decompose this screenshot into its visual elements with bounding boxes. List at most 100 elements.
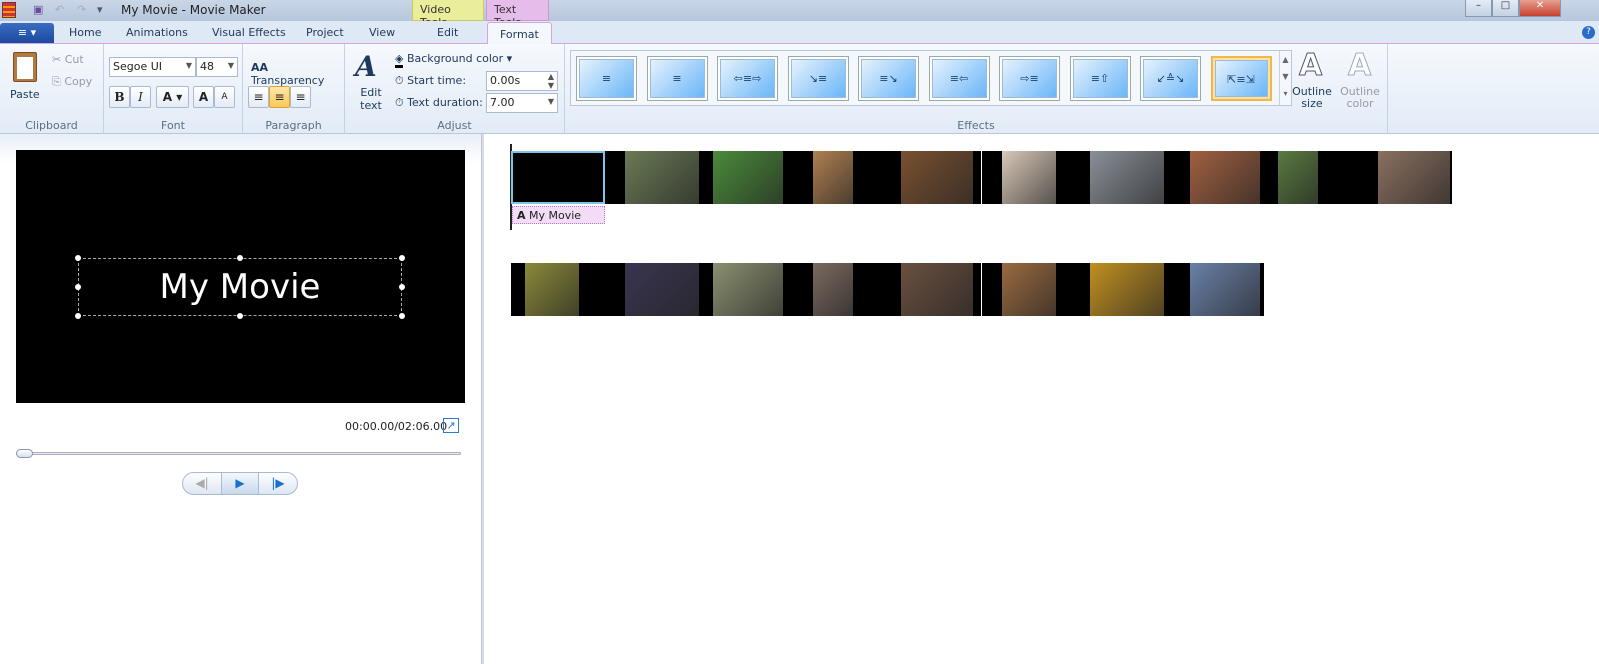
grow-font-button[interactable]: A bbox=[193, 86, 214, 108]
clip-thumbnail bbox=[1089, 151, 1164, 204]
tab-animations[interactable]: Animations bbox=[126, 26, 188, 39]
text-icon: A bbox=[517, 209, 526, 222]
file-menu-button[interactable]: ≡ ▾ bbox=[0, 23, 54, 43]
tab-view[interactable]: View bbox=[369, 26, 395, 39]
resize-handle[interactable] bbox=[75, 284, 81, 290]
video-clip[interactable] bbox=[1075, 263, 1170, 316]
tab-edit[interactable]: Edit bbox=[437, 26, 458, 39]
video-clip[interactable] bbox=[793, 151, 888, 204]
maximize-button[interactable]: □ bbox=[1492, 0, 1519, 17]
resize-handle[interactable] bbox=[237, 255, 243, 261]
bold-button[interactable]: B bbox=[109, 86, 130, 108]
effect-item[interactable]: ↙≙↘ bbox=[1140, 56, 1201, 101]
pane-splitter[interactable] bbox=[481, 134, 484, 664]
video-clip[interactable] bbox=[793, 263, 888, 316]
adjust-label: Adjust bbox=[437, 119, 472, 132]
scissors-icon: ✂ bbox=[52, 53, 62, 66]
customize-quick-access-icon[interactable]: ▾ bbox=[97, 3, 103, 16]
resize-handle[interactable] bbox=[399, 313, 405, 319]
effect-item[interactable]: ≡⇧ bbox=[1069, 56, 1131, 101]
background-color-button[interactable]: ◈ Background color ▾ bbox=[395, 52, 512, 68]
video-clip[interactable] bbox=[1075, 151, 1170, 204]
align-center-button[interactable]: ≡ bbox=[269, 86, 290, 108]
caption-clip[interactable]: A My Movie bbox=[512, 206, 605, 224]
effect-item[interactable]: ≡⇦ bbox=[928, 56, 990, 101]
video-clip[interactable] bbox=[605, 151, 700, 204]
gallery-scroll[interactable]: ▲ ▼ ▾ bbox=[1279, 51, 1291, 105]
font-size-select[interactable]: 48 ▼ bbox=[196, 57, 238, 77]
edit-text-icon: A bbox=[355, 50, 377, 83]
clip-thumbnail bbox=[1189, 263, 1260, 316]
video-clip[interactable] bbox=[605, 263, 700, 316]
text-duration-label: ⏱ Text duration: bbox=[395, 96, 483, 109]
effect-item[interactable]: ≡ bbox=[646, 56, 708, 101]
align-left-button[interactable]: ≡ bbox=[248, 86, 269, 108]
effect-item[interactable]: ⇱≡⇲ bbox=[1210, 56, 1272, 101]
video-preview[interactable]: My Movie bbox=[16, 150, 465, 403]
video-clip[interactable] bbox=[511, 263, 605, 316]
effect-item[interactable]: ≡ bbox=[576, 56, 637, 101]
start-time-input[interactable]: 0.00s ▲ ▼ bbox=[486, 71, 558, 91]
tab-visual-effects[interactable]: Visual Effects bbox=[212, 26, 286, 39]
video-clip[interactable] bbox=[1169, 151, 1264, 204]
title-clip[interactable] bbox=[511, 151, 605, 204]
fullscreen-icon[interactable]: ↗ bbox=[443, 418, 459, 433]
tab-format[interactable]: Format bbox=[487, 22, 552, 45]
resize-handle[interactable] bbox=[399, 255, 405, 261]
edit-text-button[interactable]: Edit text bbox=[359, 86, 383, 112]
next-frame-button[interactable]: |▶ bbox=[259, 473, 297, 494]
seek-thumb[interactable] bbox=[16, 449, 33, 458]
undo-icon[interactable]: ↶ bbox=[55, 3, 64, 16]
title-text-box[interactable]: My Movie bbox=[78, 258, 402, 316]
font-color-button[interactable]: A ▾ bbox=[156, 86, 189, 108]
transparency-icon: AA bbox=[251, 61, 269, 74]
video-clip[interactable] bbox=[1263, 151, 1358, 204]
minimize-button[interactable]: – bbox=[1465, 0, 1492, 17]
video-clip[interactable] bbox=[699, 263, 794, 316]
close-button[interactable]: ✕ bbox=[1519, 0, 1561, 17]
align-right-button[interactable]: ≡ bbox=[290, 86, 311, 108]
timecode: 00:00.00/02:06.00 bbox=[345, 420, 448, 433]
effect-item[interactable]: ↘≡ bbox=[787, 56, 849, 101]
video-clip[interactable] bbox=[981, 263, 1076, 316]
play-button[interactable]: ▶ bbox=[221, 473, 259, 494]
help-icon[interactable]: ? bbox=[1582, 26, 1595, 39]
clip-thumbnail bbox=[1089, 263, 1164, 316]
cut-button[interactable]: ✂ Cut bbox=[52, 53, 84, 66]
outline-color-button[interactable]: Outline color bbox=[1340, 86, 1380, 110]
previous-frame-button[interactable]: ◀| bbox=[183, 473, 221, 494]
clip-thumbnail bbox=[713, 263, 784, 316]
video-clip[interactable] bbox=[1357, 151, 1452, 204]
effect-icon: ≡ bbox=[579, 59, 634, 98]
video-clip[interactable] bbox=[1169, 263, 1264, 316]
resize-handle[interactable] bbox=[237, 313, 243, 319]
effect-item[interactable]: ⇦≡⇨ bbox=[717, 56, 778, 101]
shrink-font-button[interactable]: A bbox=[214, 86, 235, 108]
resize-handle[interactable] bbox=[75, 313, 81, 319]
clip-thumbnail bbox=[713, 151, 784, 204]
transparency-button[interactable]: AA Transparency bbox=[251, 61, 344, 87]
video-clip[interactable] bbox=[981, 151, 1076, 204]
font-family-select[interactable]: Segoe UI ▼ bbox=[109, 57, 196, 77]
video-clip[interactable] bbox=[699, 151, 794, 204]
resize-handle[interactable] bbox=[75, 255, 81, 261]
text-duration-select[interactable]: 7.00 ▼ bbox=[486, 93, 558, 113]
video-clip[interactable] bbox=[887, 263, 982, 316]
font-group: Segoe UI ▼ 48 ▼ B I A ▾ A A Font bbox=[104, 44, 243, 134]
resize-handle[interactable] bbox=[399, 284, 405, 290]
tab-project[interactable]: Project bbox=[306, 26, 344, 39]
clipboard-label: Clipboard bbox=[25, 119, 78, 132]
effect-icon: ≡ bbox=[649, 59, 705, 98]
italic-button[interactable]: I bbox=[130, 86, 151, 108]
effect-item[interactable]: ⇨≡ bbox=[999, 56, 1060, 101]
save-icon[interactable]: ▣ bbox=[33, 3, 43, 16]
effect-item[interactable]: ≡↘ bbox=[858, 56, 919, 101]
video-clip[interactable] bbox=[887, 151, 982, 204]
outline-size-button[interactable]: Outline size bbox=[1292, 86, 1332, 110]
copy-button[interactable]: ⎘ Copy bbox=[52, 75, 92, 89]
redo-icon[interactable]: ↷ bbox=[77, 3, 86, 16]
app-icon[interactable] bbox=[2, 2, 16, 18]
tab-home[interactable]: Home bbox=[69, 26, 101, 39]
seek-bar[interactable] bbox=[16, 452, 461, 455]
paste-button[interactable]: Paste bbox=[10, 88, 40, 101]
